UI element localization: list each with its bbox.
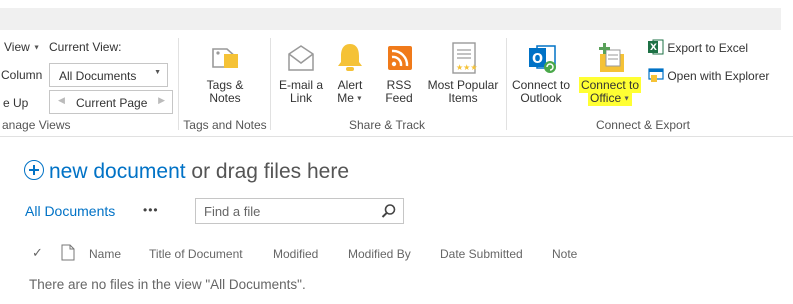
alert-me-dropdown: Me ▼ — [330, 92, 370, 105]
explorer-window-icon — [648, 68, 664, 82]
more-options-icon[interactable]: ••• — [143, 203, 159, 217]
current-view-dropdown[interactable]: All Documents ▼ — [49, 63, 168, 87]
search-icon[interactable] — [381, 203, 397, 219]
top-gray-bar — [0, 8, 781, 30]
new-document-link[interactable]: new document — [24, 160, 186, 183]
bell-icon — [338, 44, 362, 71]
suite-bar — [0, 0, 793, 34]
column-header-modified-by[interactable]: Modified By — [348, 247, 411, 261]
current-view-label: Current View: — [49, 40, 122, 54]
rss-feed-button[interactable]: RSS Feed — [380, 40, 418, 105]
most-popular-items-button[interactable]: ★★★ Most Popular Items — [424, 40, 502, 105]
empty-list-message: There are no files in the view "All Docu… — [29, 277, 306, 292]
email-link-label-2: Link — [289, 91, 312, 105]
rss-icon — [388, 46, 412, 70]
export-excel-label: Export to Excel — [667, 41, 749, 55]
new-document-label: new document — [49, 160, 186, 183]
most-popular-label-2: Items — [448, 91, 478, 105]
group-divider — [506, 38, 507, 130]
new-document-row: new document or drag files here — [24, 160, 349, 184]
view-menu[interactable]: View ▼ — [4, 40, 40, 54]
group-label-connect-export: Connect & Export — [595, 118, 691, 132]
chevron-down-icon: ▼ — [33, 44, 41, 52]
plus-circle-icon — [24, 160, 44, 180]
column-header-modified[interactable]: Modified — [273, 247, 318, 261]
search-box — [195, 198, 404, 224]
email-link-button[interactable]: E-mail a Link — [275, 40, 327, 105]
tag-icon — [212, 48, 239, 68]
column-header-date-submitted[interactable]: Date Submitted — [440, 247, 523, 261]
svg-text:★★★: ★★★ — [456, 63, 478, 72]
current-page-nav: ◀ Current Page ▶ — [49, 90, 173, 114]
tags-notes-button[interactable]: Tags & Notes — [196, 40, 254, 105]
current-page-label: Current Page — [76, 96, 148, 110]
group-label-share-track: Share & Track — [348, 118, 426, 132]
alert-me-label-2: Me — [337, 91, 354, 105]
search-input[interactable] — [202, 202, 376, 221]
connect-office-label-2: Office — [590, 91, 622, 105]
group-label-manage-views: anage Views — [2, 118, 71, 132]
column-header-name[interactable]: Name — [89, 247, 121, 261]
envelope-icon — [288, 45, 314, 71]
open-explorer-label: Open with Explorer — [667, 69, 770, 83]
export-to-excel-button[interactable]: X Export to Excel — [648, 39, 748, 55]
alert-me-button[interactable]: Alert Me ▼ — [330, 40, 370, 105]
view-label: View — [4, 40, 30, 54]
connect-office-dropdown: Office ▼ — [588, 90, 632, 106]
group-label-tags-notes: Tags and Notes — [183, 118, 267, 132]
svg-text:O: O — [532, 52, 543, 67]
select-all-checkmark-icon[interactable]: ✓ — [32, 245, 43, 261]
column-button[interactable]: Column — [1, 68, 42, 82]
document-type-icon — [61, 244, 75, 261]
column-header-note[interactable]: Note — [552, 247, 577, 261]
current-view-value: All Documents — [59, 69, 137, 83]
drag-files-text: or drag files here — [185, 160, 350, 183]
office-folder-icon — [599, 43, 624, 72]
chevron-left-icon[interactable]: ◀ — [58, 95, 65, 106]
chevron-down-icon: ▼ — [621, 95, 630, 103]
ribbon: View ▼ Current View: Column All Document… — [0, 34, 793, 137]
view-tab-all-documents[interactable]: All Documents — [25, 203, 115, 219]
connect-to-office-button[interactable]: Connect to Office ▼ — [576, 40, 644, 106]
navigate-up-button[interactable]: e Up — [3, 96, 28, 110]
svg-text:X: X — [650, 43, 657, 53]
group-divider — [178, 38, 179, 130]
tags-notes-label-2: Notes — [209, 91, 241, 105]
connect-to-outlook-button[interactable]: O Connect to Outlook — [508, 40, 574, 105]
group-divider — [270, 38, 271, 130]
connect-outlook-label-2: Outlook — [520, 91, 562, 105]
document-stars-icon: ★★★ — [452, 42, 478, 74]
chevron-down-icon: ▼ — [154, 69, 161, 76]
open-with-explorer-button[interactable]: Open with Explorer — [648, 67, 769, 83]
column-header-title[interactable]: Title of Document — [149, 247, 243, 261]
rss-feed-label-2: Feed — [385, 91, 413, 105]
chevron-down-icon: ▼ — [353, 95, 363, 103]
chevron-right-icon[interactable]: ▶ — [158, 95, 165, 106]
excel-icon: X — [648, 39, 664, 55]
outlook-icon: O — [529, 45, 556, 73]
